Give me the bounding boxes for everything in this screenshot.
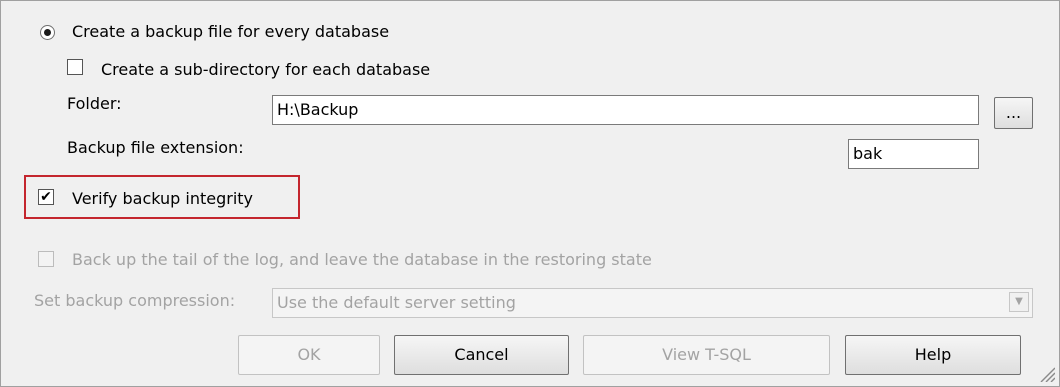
backup-file-extension-input[interactable]: bak — [848, 139, 979, 169]
create-backup-per-database-label: Create a backup file for every database — [72, 22, 390, 41]
tail-log-label: Back up the tail of the log, and leave t… — [72, 250, 652, 269]
folder-input[interactable]: H:\Backup — [272, 95, 979, 125]
browse-folder-button[interactable]: ... — [994, 97, 1033, 129]
tail-log-checkbox[interactable] — [38, 251, 54, 267]
backup-compression-label: Set backup compression: — [34, 291, 236, 310]
backup-file-extension-label: Backup file extension: — [67, 138, 244, 157]
sub-directory-checkbox[interactable] — [67, 59, 83, 75]
cancel-button[interactable]: Cancel — [394, 335, 569, 375]
verify-integrity-checkbox[interactable]: ✔ — [38, 189, 54, 205]
radio-button-icon — [44, 29, 51, 36]
ok-button[interactable]: OK — [238, 335, 380, 375]
checkmark-icon: ✔ — [40, 189, 52, 205]
backup-compression-value: Use the default server setting — [277, 293, 516, 312]
verify-integrity-label: Verify backup integrity — [72, 189, 254, 208]
backup-options-panel: Create a backup file for every database … — [0, 0, 1060, 387]
resize-grip-icon[interactable] — [1039, 366, 1055, 382]
chevron-down-icon[interactable]: ▼ — [1009, 292, 1029, 312]
folder-label: Folder: — [67, 94, 122, 113]
backup-compression-select[interactable]: Use the default server setting ▼ — [272, 288, 1033, 318]
sub-directory-label: Create a sub-directory for each database — [101, 60, 431, 79]
help-button[interactable]: Help — [845, 335, 1021, 375]
radio-create-backup-per-database[interactable] — [40, 25, 55, 40]
view-tsql-button[interactable]: View T-SQL — [583, 335, 830, 375]
